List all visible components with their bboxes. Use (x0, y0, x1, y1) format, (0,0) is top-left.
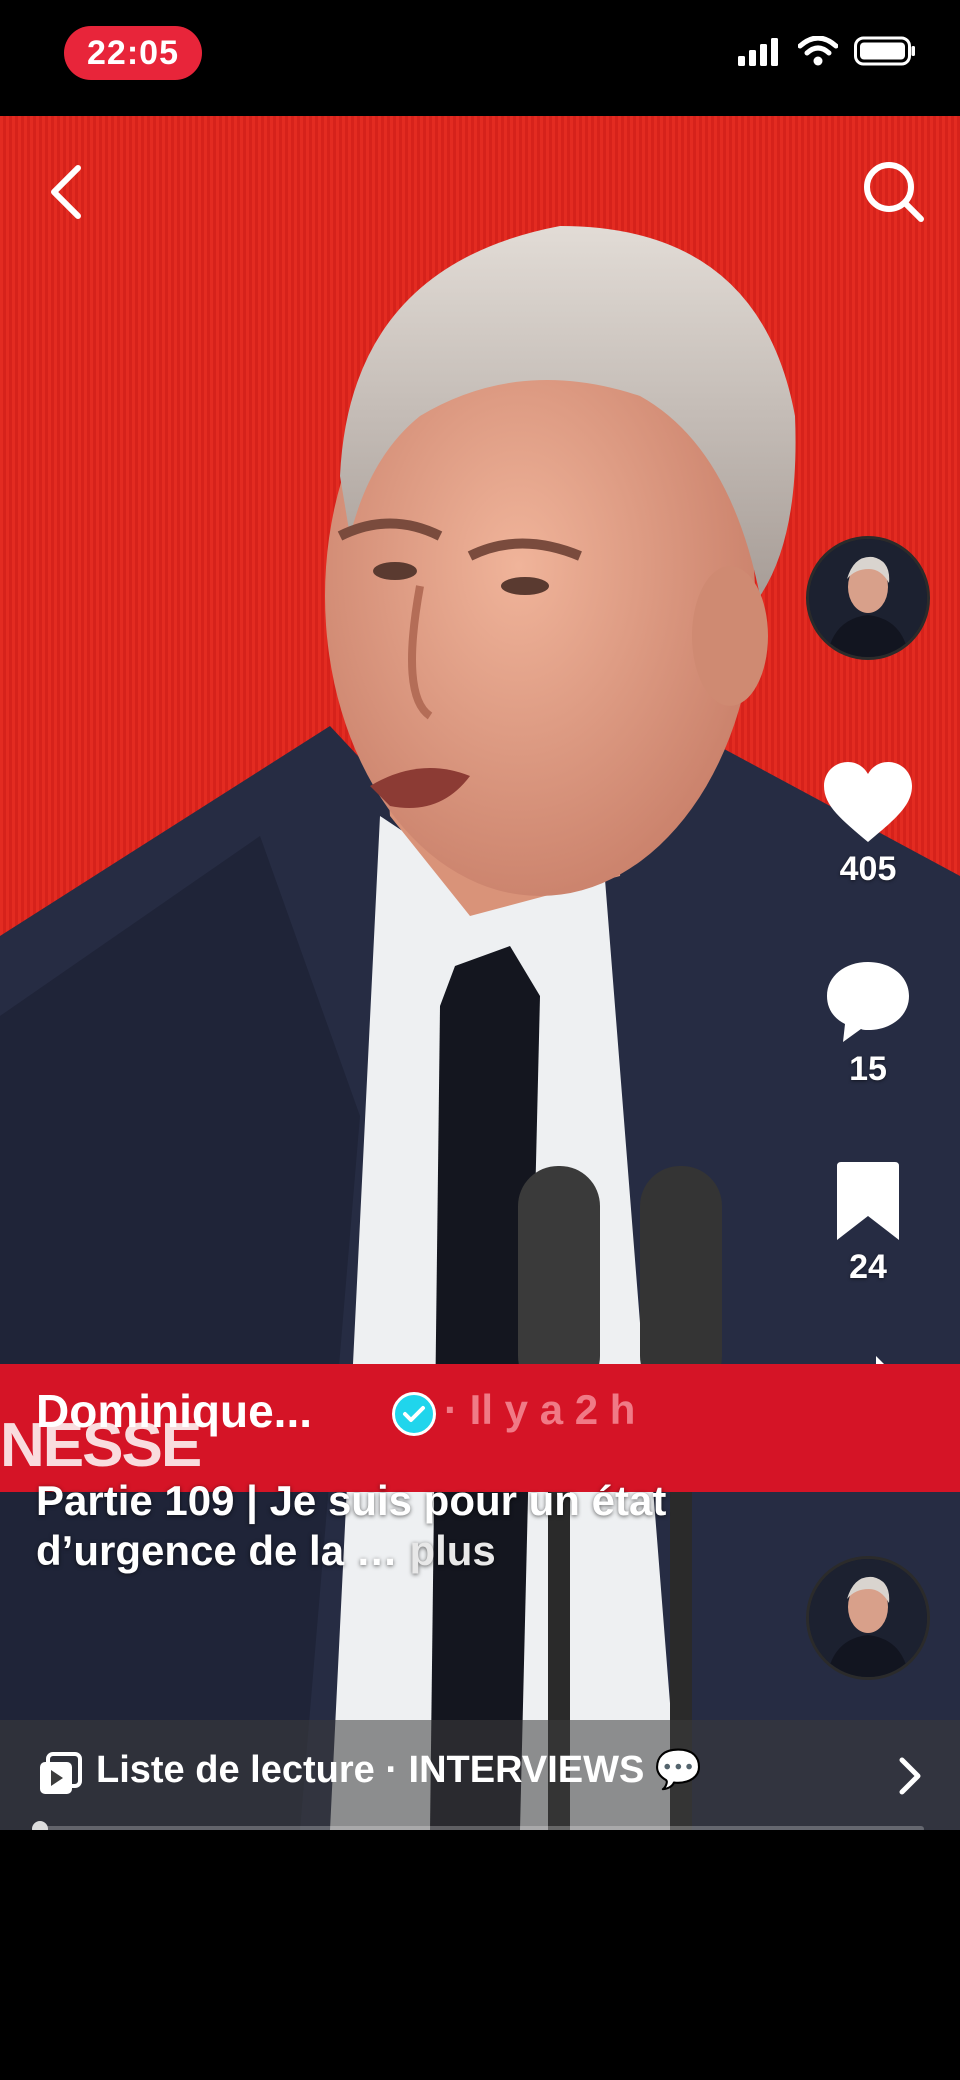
status-bar: 22:05 (0, 0, 960, 116)
back-button[interactable] (26, 152, 106, 232)
verified-badge (392, 1392, 436, 1436)
verified-icon (403, 1406, 425, 1422)
author-name[interactable]: Dominique... (36, 1384, 312, 1438)
creator-avatar-button[interactable] (806, 536, 930, 660)
playlist-icon (40, 1752, 82, 1794)
back-icon (51, 165, 81, 219)
battery-icon (854, 36, 915, 66)
music-avatar-button[interactable] (806, 1556, 930, 1680)
post-caption[interactable]: Partie 109 | Je suis pour un état d’urge… (36, 1476, 676, 1576)
playlist-label: Liste de lecture · INTERVIEWS 💬 (96, 1749, 703, 1791)
save-button[interactable]: 24 (806, 1160, 930, 1287)
cellular-signal-icon (738, 38, 778, 66)
post-time: · Il y a 2 h (444, 1386, 636, 1433)
search-button[interactable] (854, 152, 934, 232)
search-icon (864, 162, 924, 222)
comment-count: 15 (849, 1050, 887, 1088)
avatar (806, 1556, 930, 1680)
comment-button[interactable]: 15 (806, 958, 930, 1089)
status-icons (738, 36, 916, 66)
playlist-bar[interactable]: Liste de lecture · INTERVIEWS 💬 (0, 1720, 960, 1830)
wifi-icon (798, 36, 838, 66)
save-count: 24 (849, 1248, 887, 1286)
heart-icon (824, 762, 912, 842)
status-time: 22:05 (64, 26, 202, 80)
bookmark-icon (837, 1162, 899, 1240)
bottom-safe-area (0, 1830, 960, 2080)
comment-icon (827, 962, 909, 1042)
avatar (806, 536, 930, 660)
like-button[interactable]: 405 (806, 760, 930, 889)
caption-text: Partie 109 | Je suis pour un état d’urge… (36, 1477, 667, 1574)
chevron-right-icon (899, 1757, 921, 1795)
like-count: 405 (839, 850, 897, 888)
caption-more-link[interactable]: plus (409, 1527, 495, 1574)
